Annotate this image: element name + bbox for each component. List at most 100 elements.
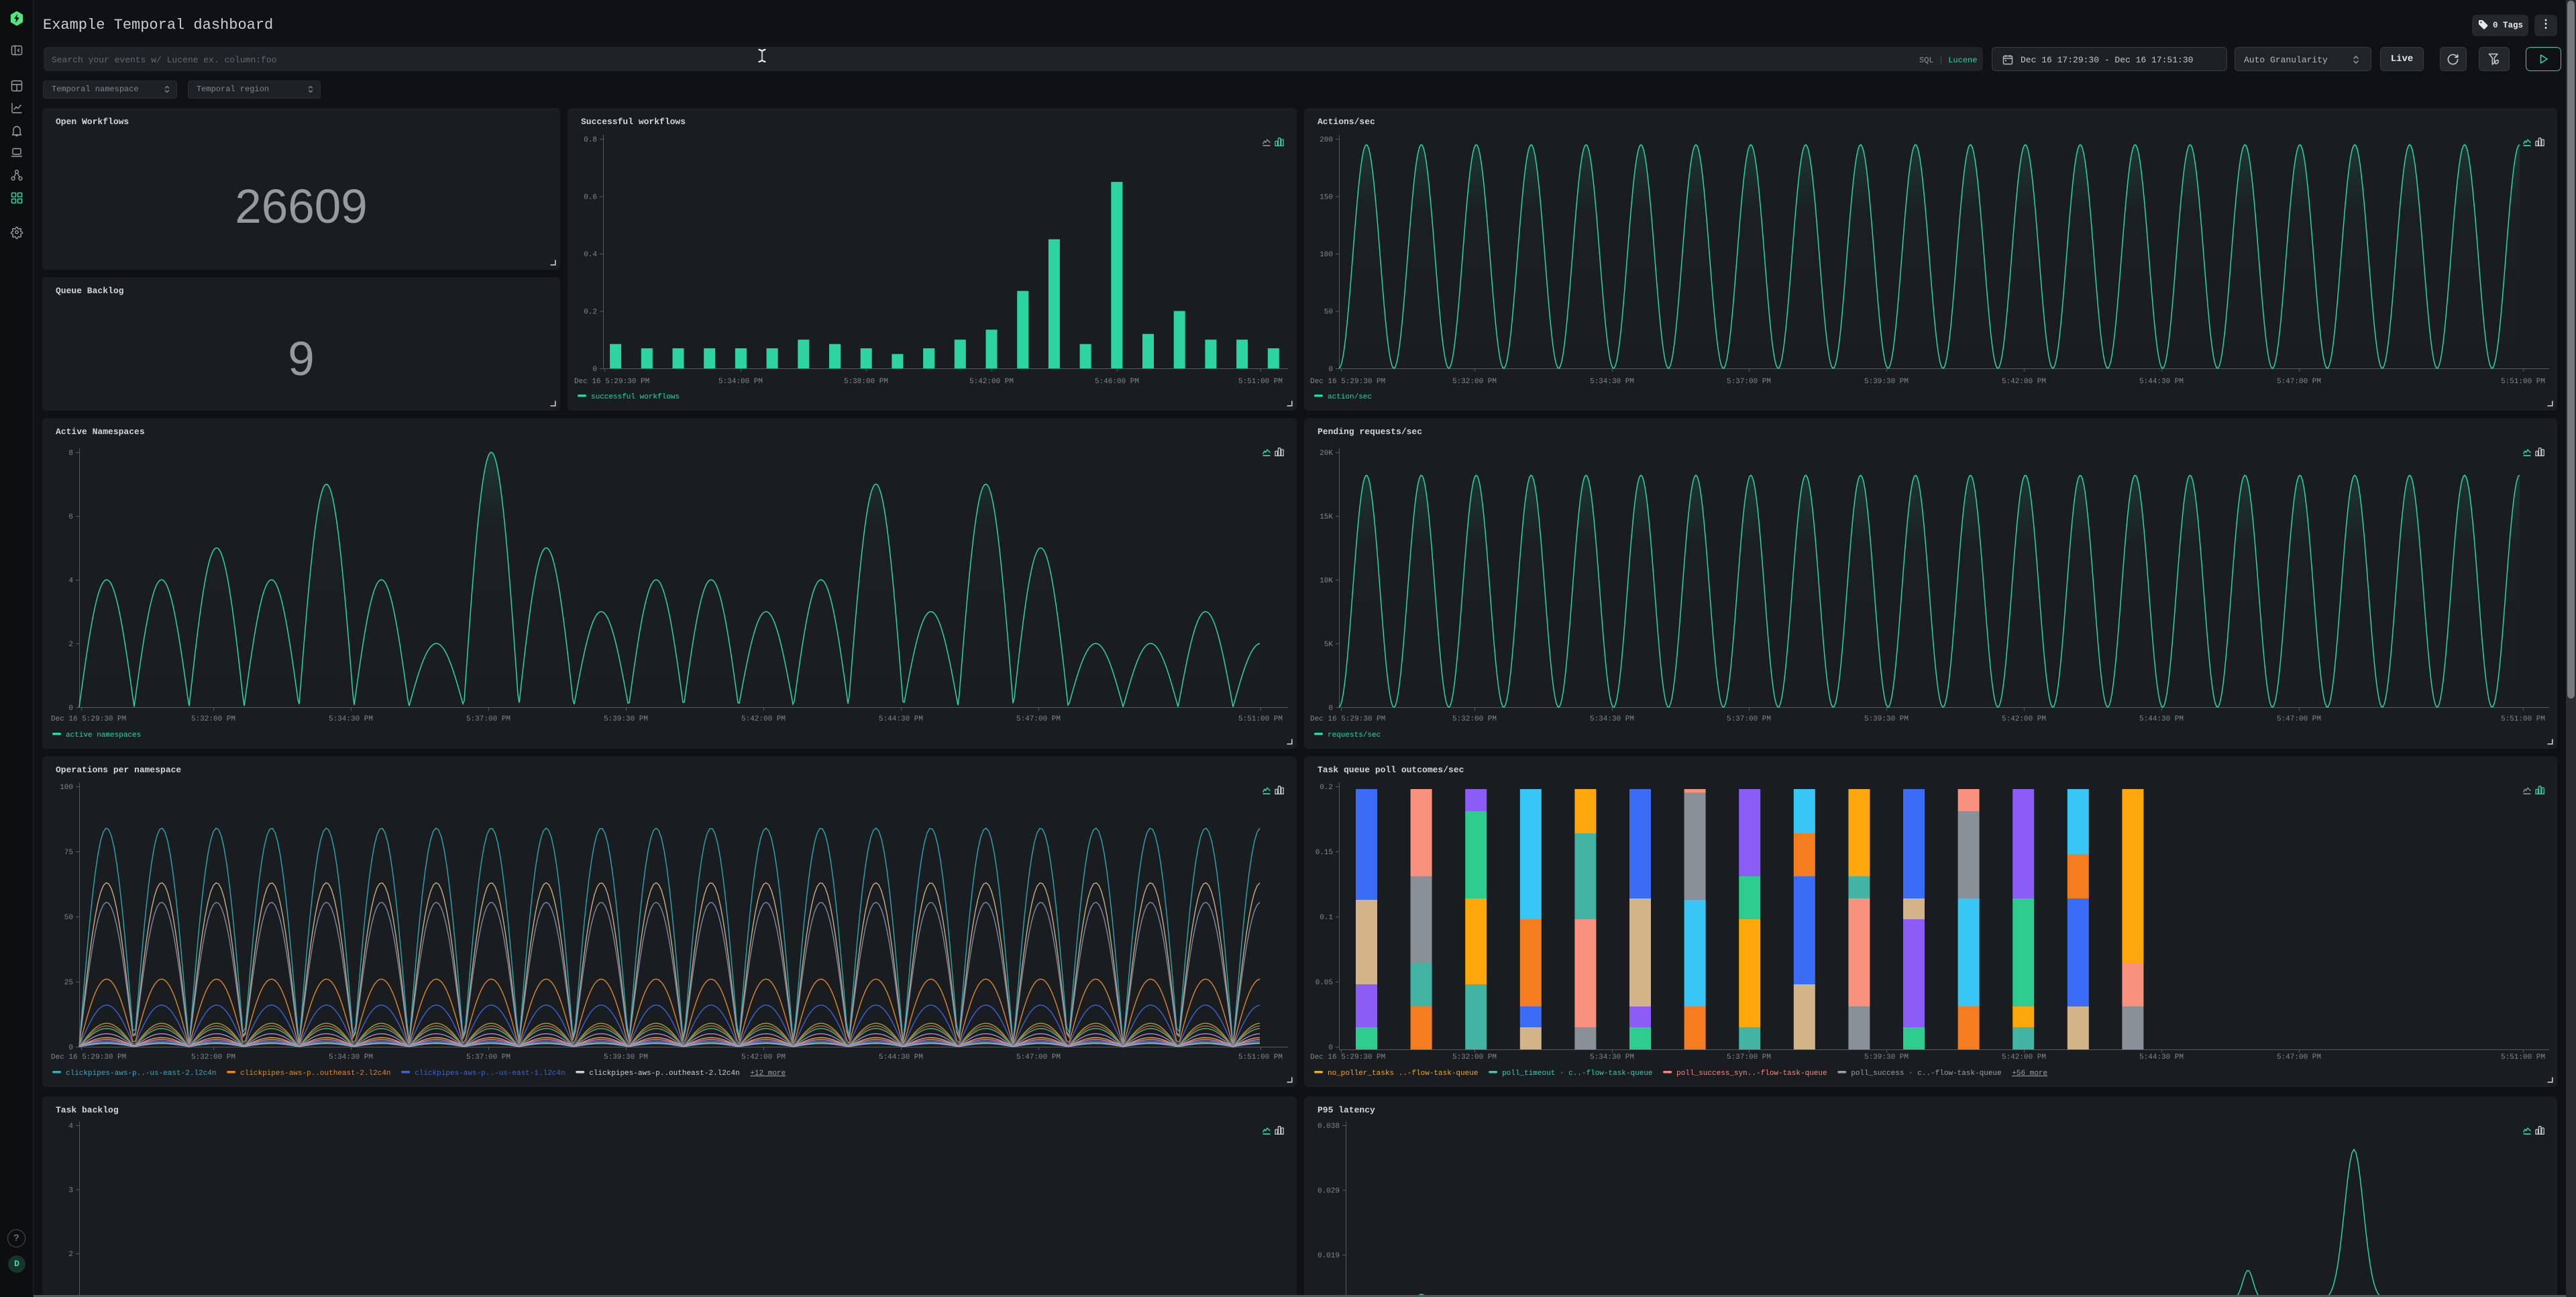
svg-text:action/sec: action/sec: [1328, 393, 1372, 401]
svg-text:0: 0: [68, 1044, 73, 1052]
svg-text:0: 0: [68, 705, 73, 713]
svg-text:6: 6: [68, 513, 73, 521]
svg-text:Dec 16 5:29:30 PM: Dec 16 5:29:30 PM: [1310, 1053, 1385, 1061]
svg-text:5:46:00 PM: 5:46:00 PM: [1095, 378, 1139, 386]
svg-text:5:37:00 PM: 5:37:00 PM: [1727, 715, 1771, 723]
svg-text:5:37:00 PM: 5:37:00 PM: [1727, 1053, 1771, 1061]
svg-text:5K: 5K: [1324, 641, 1334, 649]
svg-text:5:44:30 PM: 5:44:30 PM: [2139, 715, 2184, 723]
svg-text:5:42:00 PM: 5:42:00 PM: [969, 378, 1014, 386]
svg-text:150: 150: [1320, 194, 1333, 202]
svg-text:clickpipes-aws-p..outheast-2.l: clickpipes-aws-p..outheast-2.l2c4n: [240, 1070, 390, 1078]
svg-text:+56 more: +56 more: [2012, 1070, 2047, 1078]
svg-text:75: 75: [64, 849, 73, 857]
svg-text:clickpipes-aws-p..-us-east-2.l: clickpipes-aws-p..-us-east-2.l2c4n: [66, 1070, 216, 1078]
svg-text:successful workflows: successful workflows: [591, 393, 680, 401]
svg-text:0: 0: [1328, 705, 1333, 713]
svg-text:100: 100: [1320, 251, 1333, 259]
svg-text:0.6: 0.6: [584, 194, 597, 202]
svg-text:5:51:00 PM: 5:51:00 PM: [2501, 378, 2545, 386]
svg-text:5:39:30 PM: 5:39:30 PM: [604, 715, 648, 723]
svg-text:8: 8: [68, 450, 73, 458]
svg-text:5:44:30 PM: 5:44:30 PM: [879, 715, 923, 723]
svg-text:active namespaces: active namespaces: [66, 731, 141, 739]
svg-text:5:47:00 PM: 5:47:00 PM: [1016, 1053, 1061, 1061]
svg-text:5:32:00 PM: 5:32:00 PM: [191, 715, 235, 723]
svg-text:5:42:00 PM: 5:42:00 PM: [2002, 715, 2046, 723]
svg-text:5:51:00 PM: 5:51:00 PM: [2501, 1053, 2545, 1061]
svg-text:5:42:00 PM: 5:42:00 PM: [741, 1053, 786, 1061]
svg-text:Dec 16 5:29:30 PM: Dec 16 5:29:30 PM: [1310, 715, 1385, 723]
svg-text:5:37:00 PM: 5:37:00 PM: [466, 1053, 511, 1061]
svg-text:0: 0: [592, 366, 597, 374]
svg-text:5:42:00 PM: 5:42:00 PM: [2002, 378, 2046, 386]
svg-text:0.2: 0.2: [1320, 784, 1333, 792]
svg-text:0: 0: [1328, 366, 1333, 374]
svg-text:5:42:00 PM: 5:42:00 PM: [2002, 1053, 2046, 1061]
svg-text:5:34:30 PM: 5:34:30 PM: [329, 715, 373, 723]
svg-text:5:34:30 PM: 5:34:30 PM: [1590, 715, 1634, 723]
svg-text:poll_success_syn..-flow-task-q: poll_success_syn..-flow-task-queue: [1676, 1070, 1827, 1078]
svg-text:0.038: 0.038: [1318, 1123, 1340, 1131]
svg-text:Dec 16 5:29:30 PM: Dec 16 5:29:30 PM: [1310, 378, 1385, 386]
svg-text:0.1: 0.1: [1320, 914, 1333, 922]
svg-text:5:47:00 PM: 5:47:00 PM: [2277, 1053, 2321, 1061]
svg-text:100: 100: [60, 784, 73, 792]
svg-text:0.029: 0.029: [1318, 1188, 1340, 1196]
svg-text:2: 2: [68, 641, 73, 649]
svg-text:5:34:30 PM: 5:34:30 PM: [1590, 378, 1634, 386]
svg-text:200: 200: [1320, 136, 1333, 144]
svg-text:20K: 20K: [1320, 450, 1333, 458]
svg-text:5:32:00 PM: 5:32:00 PM: [1452, 715, 1497, 723]
svg-text:0.05: 0.05: [1316, 979, 1333, 987]
svg-text:0: 0: [1328, 1044, 1333, 1052]
svg-text:5:51:00 PM: 5:51:00 PM: [1238, 715, 1283, 723]
svg-text:0.019: 0.019: [1318, 1252, 1340, 1260]
svg-text:5:47:00 PM: 5:47:00 PM: [1016, 715, 1061, 723]
svg-text:5:44:30 PM: 5:44:30 PM: [2139, 378, 2184, 386]
svg-text:poll_success · c..-flow-task-q: poll_success · c..-flow-task-queue: [1851, 1070, 2001, 1078]
svg-text:5:37:00 PM: 5:37:00 PM: [1727, 378, 1771, 386]
svg-text:15K: 15K: [1320, 513, 1333, 521]
svg-text:10K: 10K: [1320, 577, 1333, 585]
svg-text:5:39:30 PM: 5:39:30 PM: [1864, 715, 1909, 723]
svg-text:5:32:00 PM: 5:32:00 PM: [191, 1053, 235, 1061]
svg-text:5:32:00 PM: 5:32:00 PM: [1452, 1053, 1497, 1061]
svg-text:5:47:00 PM: 5:47:00 PM: [2277, 715, 2321, 723]
svg-text:5:47:00 PM: 5:47:00 PM: [2277, 378, 2321, 386]
svg-text:5:37:00 PM: 5:37:00 PM: [466, 715, 511, 723]
svg-text:5:34:30 PM: 5:34:30 PM: [329, 1053, 373, 1061]
svg-text:Dec 16 5:29:30 PM: Dec 16 5:29:30 PM: [51, 1053, 126, 1061]
svg-text:5:51:00 PM: 5:51:00 PM: [1238, 1053, 1283, 1061]
svg-text:Dec 16 5:29:30 PM: Dec 16 5:29:30 PM: [51, 715, 126, 723]
svg-text:5:34:00 PM: 5:34:00 PM: [718, 378, 763, 386]
svg-text:poll_timeout · c..-flow-task-q: poll_timeout · c..-flow-task-queue: [1502, 1070, 1652, 1078]
svg-text:requests/sec: requests/sec: [1328, 731, 1381, 739]
svg-text:5:39:30 PM: 5:39:30 PM: [1864, 378, 1909, 386]
svg-text:25: 25: [64, 979, 73, 987]
svg-text:clickpipes-aws-p..-us-east-1.l: clickpipes-aws-p..-us-east-1.l2c4n: [415, 1070, 565, 1078]
svg-text:2: 2: [68, 1251, 73, 1259]
svg-text:4: 4: [68, 577, 73, 585]
svg-text:+12 more: +12 more: [750, 1070, 786, 1078]
svg-text:5:34:30 PM: 5:34:30 PM: [1590, 1053, 1634, 1061]
svg-text:50: 50: [1324, 309, 1333, 317]
svg-text:clickpipes-aws-p..outheast-2.l: clickpipes-aws-p..outheast-2.l2c4n: [589, 1070, 739, 1078]
svg-text:5:32:00 PM: 5:32:00 PM: [1452, 378, 1497, 386]
svg-text:0.8: 0.8: [584, 136, 597, 144]
svg-text:5:51:00 PM: 5:51:00 PM: [1238, 378, 1283, 386]
svg-text:5:38:00 PM: 5:38:00 PM: [844, 378, 888, 386]
svg-text:0.4: 0.4: [584, 251, 597, 259]
svg-text:5:39:30 PM: 5:39:30 PM: [1864, 1053, 1909, 1061]
svg-text:4: 4: [68, 1123, 73, 1131]
svg-text:0.15: 0.15: [1316, 849, 1333, 857]
svg-text:5:39:30 PM: 5:39:30 PM: [604, 1053, 648, 1061]
svg-text:5:44:30 PM: 5:44:30 PM: [879, 1053, 923, 1061]
svg-text:3: 3: [68, 1187, 73, 1195]
svg-text:no_poller_tasks ..-flow-task-q: no_poller_tasks ..-flow-task-queue: [1328, 1070, 1478, 1078]
svg-text:5:44:30 PM: 5:44:30 PM: [2139, 1053, 2184, 1061]
svg-text:0.2: 0.2: [584, 309, 597, 317]
svg-text:5:42:00 PM: 5:42:00 PM: [741, 715, 786, 723]
svg-text:5:51:00 PM: 5:51:00 PM: [2501, 715, 2545, 723]
svg-text:Dec 16 5:29:30 PM: Dec 16 5:29:30 PM: [574, 378, 649, 386]
